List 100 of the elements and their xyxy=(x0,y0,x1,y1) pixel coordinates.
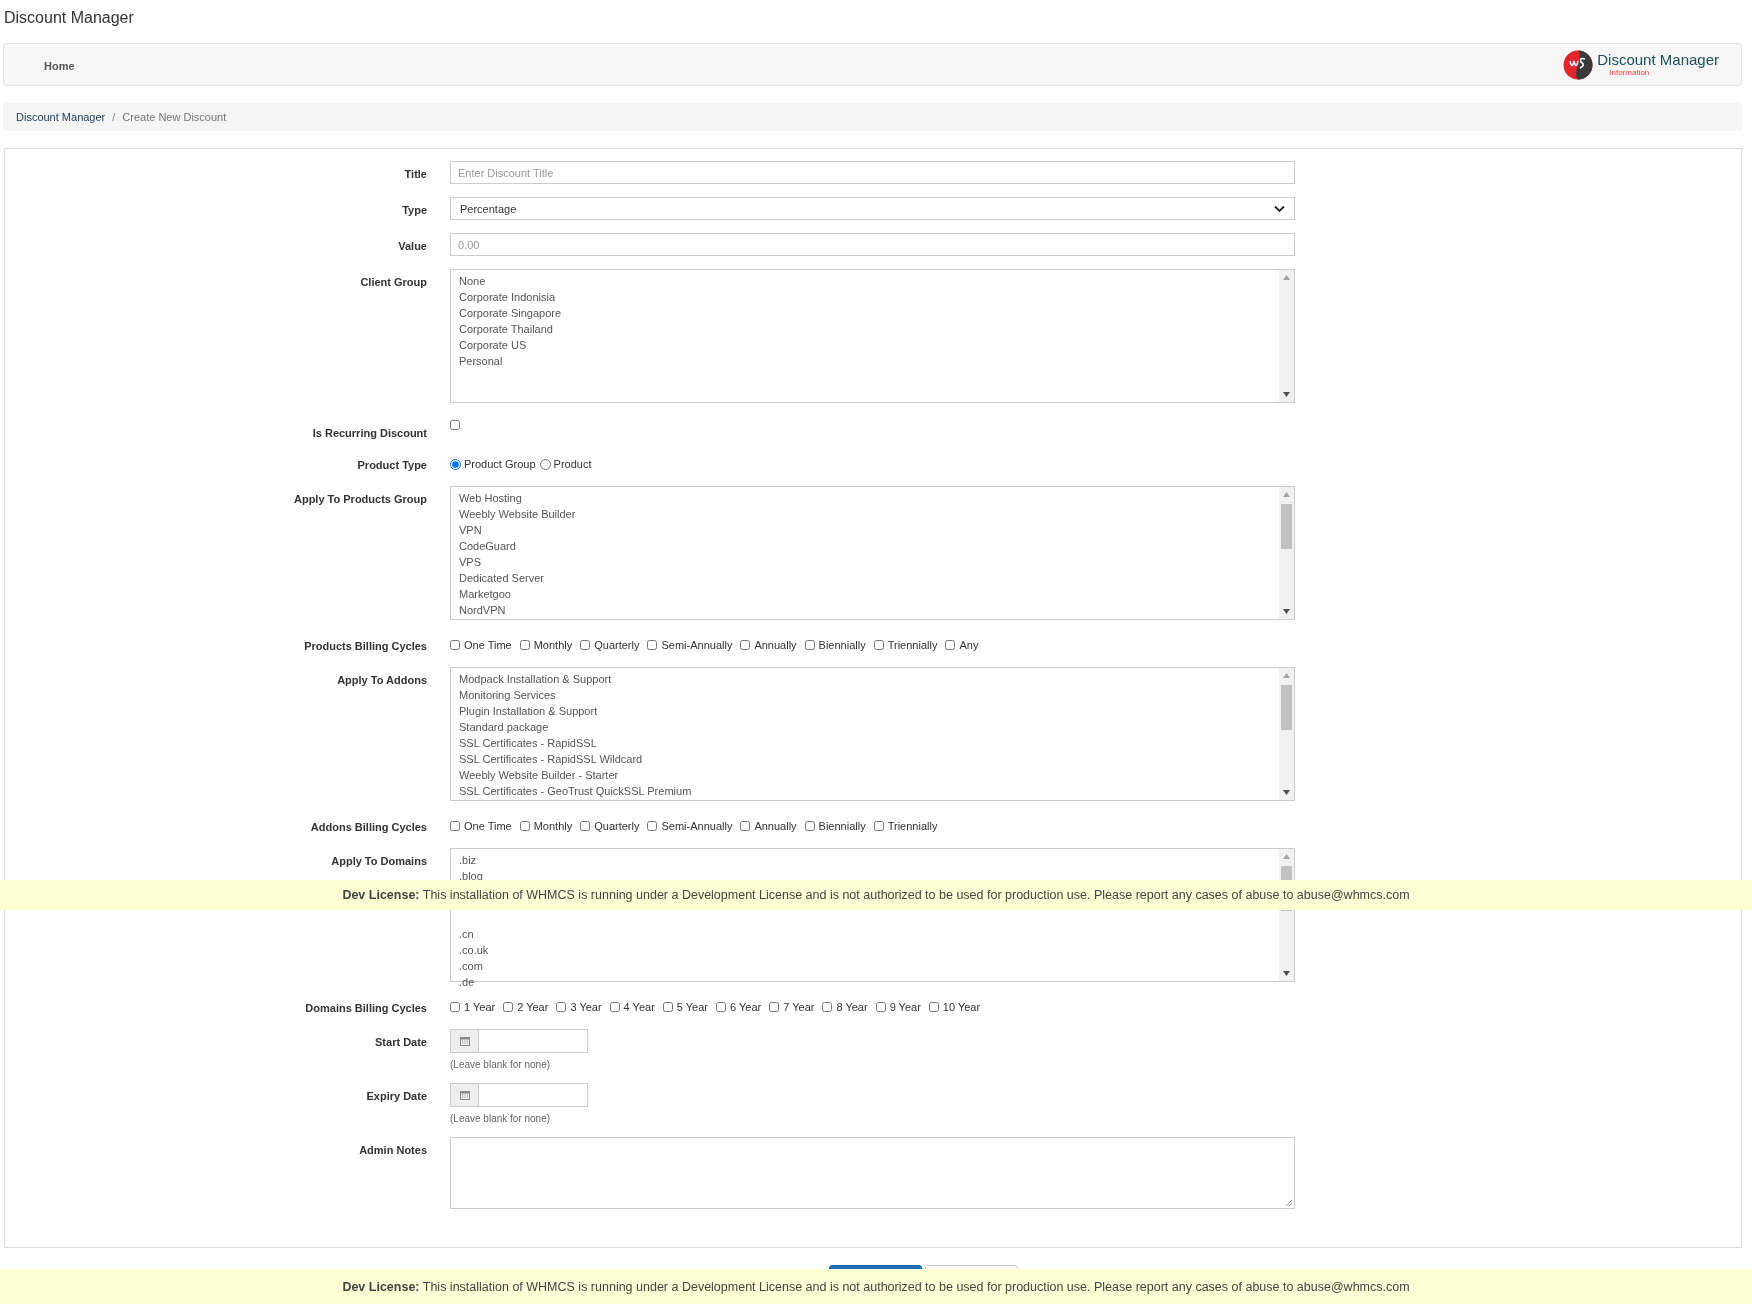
checkbox[interactable] xyxy=(647,640,658,650)
checkbox[interactable] xyxy=(740,821,751,831)
option-label[interactable]: Triennially xyxy=(887,820,938,832)
checkbox[interactable] xyxy=(450,1002,460,1012)
option-label[interactable]: Annually xyxy=(754,639,797,651)
option-label[interactable]: 5 Year xyxy=(676,1001,708,1013)
calendar-icon[interactable] xyxy=(459,1090,470,1100)
list-option[interactable]: SSL Certificates - RapidSSL xyxy=(459,735,597,751)
checkbox[interactable] xyxy=(450,821,460,831)
option-label[interactable]: 7 Year xyxy=(783,1001,815,1013)
option-label[interactable]: One Time xyxy=(464,639,512,651)
scrollbar[interactable] xyxy=(1279,668,1294,800)
checkbox[interactable] xyxy=(804,640,815,650)
list-option[interactable]: .co.uk xyxy=(459,942,489,958)
list-option[interactable]: .cn xyxy=(459,926,474,942)
option-label[interactable]: 9 Year xyxy=(889,1001,921,1013)
option-label[interactable]: Annually xyxy=(754,820,797,832)
list-option[interactable]: Personal xyxy=(459,353,503,369)
list-option[interactable]: Monitoring Services xyxy=(459,687,556,703)
list-option[interactable]: SSL Certificates - RapidSSL Wildcard xyxy=(459,751,643,767)
option-label[interactable]: 1 Year xyxy=(464,1001,496,1013)
option-label[interactable]: Monthly xyxy=(533,639,573,651)
checkbox[interactable] xyxy=(503,1002,514,1012)
list-option[interactable]: SSL Certificates - GeoTrust QuickSSL Premium xyxy=(459,783,692,799)
option-label[interactable]: 8 Year xyxy=(836,1001,868,1013)
checkbox[interactable] xyxy=(647,821,658,831)
checkbox[interactable] xyxy=(945,640,956,650)
list-option[interactable]: Corporate Singapore xyxy=(459,305,562,321)
option-label[interactable]: Monthly xyxy=(533,820,573,832)
list-option[interactable]: Marketgoo xyxy=(459,586,511,602)
option-label[interactable]: Quarterly xyxy=(594,820,640,832)
checkbox[interactable] xyxy=(580,821,591,831)
checkbox[interactable] xyxy=(928,1002,939,1012)
checkbox[interactable] xyxy=(740,640,751,650)
multi-select-list[interactable]: None Corporate Indonisia Corporate Singapore Corporate Thailand Corporate US Personal xyxy=(450,269,1295,403)
list-option[interactable]: .com xyxy=(459,958,483,974)
option-label[interactable]: Semi-Annually xyxy=(661,639,733,651)
checkbox[interactable] xyxy=(873,640,884,650)
nav-item[interactable]: Home xyxy=(36,53,83,78)
list-option[interactable]: Standard package xyxy=(459,719,549,735)
checkbox[interactable] xyxy=(873,821,884,831)
scroll-down-icon[interactable] xyxy=(1283,971,1290,976)
scroll-down-icon[interactable] xyxy=(1283,392,1290,397)
caret-icon[interactable] xyxy=(1274,204,1285,213)
checkbox[interactable] xyxy=(556,1002,567,1012)
list-option[interactable]: Weebly Website Builder - Starter xyxy=(459,767,619,783)
list-option[interactable]: Corporate Indonisia xyxy=(459,289,555,305)
option-label[interactable]: Biennially xyxy=(818,639,866,651)
multi-select-list[interactable]: Web Hosting Weebly Website Builder VPN CodeGuard VPS Dedicated Server Marketgoo NordVPN xyxy=(450,486,1295,620)
list-option[interactable]: NordVPN xyxy=(459,602,506,618)
checkbox[interactable] xyxy=(716,1002,726,1012)
option-label[interactable]: Product Group xyxy=(464,458,536,470)
checkbox[interactable] xyxy=(662,1002,673,1012)
checkbox[interactable] xyxy=(519,821,530,831)
option-label[interactable]: One Time xyxy=(464,820,512,832)
list-option[interactable]: Web Hosting xyxy=(459,490,522,506)
option-label[interactable]: Triennially xyxy=(887,639,938,651)
date-field[interactable] xyxy=(479,1029,588,1053)
list-option[interactable]: Modpack Installation & Support xyxy=(459,671,612,687)
breadcrumb-item[interactable]: Discount Manager xyxy=(16,111,106,123)
text-field[interactable]: 0.00 xyxy=(450,233,1295,256)
checkbox[interactable] xyxy=(580,640,591,650)
checkbox[interactable] xyxy=(875,1002,886,1012)
date-field[interactable] xyxy=(479,1083,588,1107)
scroll-down-icon[interactable] xyxy=(1283,609,1290,614)
list-option[interactable]: Weebly Website Builder xyxy=(459,506,576,522)
option-label[interactable]: 3 Year xyxy=(570,1001,602,1013)
list-option[interactable]: VPS xyxy=(459,554,481,570)
option-label[interactable]: 4 Year xyxy=(623,1001,655,1013)
calendar-icon[interactable] xyxy=(459,1036,470,1046)
radio-button[interactable] xyxy=(539,458,551,470)
checkbox[interactable] xyxy=(519,640,530,650)
checkbox[interactable] xyxy=(450,420,460,430)
option-label[interactable]: Product xyxy=(553,458,592,470)
radio-button[interactable] xyxy=(450,458,461,470)
scrollbar[interactable] xyxy=(1279,270,1294,402)
list-option[interactable]: Corporate Thailand xyxy=(459,321,553,337)
option-label[interactable]: Biennially xyxy=(818,820,866,832)
option-label[interactable]: Quarterly xyxy=(594,639,640,651)
scrollbar[interactable] xyxy=(1279,487,1294,619)
checkbox[interactable] xyxy=(769,1002,780,1012)
list-option[interactable]: CodeGuard xyxy=(459,538,516,554)
option-label[interactable]: 6 Year xyxy=(730,1001,762,1013)
list-option[interactable]: VPN xyxy=(459,522,482,538)
checkbox[interactable] xyxy=(450,640,460,650)
multi-select-list[interactable] xyxy=(450,667,1295,801)
list-option[interactable]: Plugin Installation & Support xyxy=(459,703,598,719)
option-label[interactable]: Any xyxy=(959,639,979,651)
list-option[interactable]: None xyxy=(459,273,486,289)
checkbox[interactable] xyxy=(804,821,815,831)
list-option[interactable]: Dedicated Server xyxy=(459,570,544,586)
checkbox[interactable] xyxy=(609,1002,620,1012)
checkbox[interactable] xyxy=(822,1002,833,1012)
option-label[interactable]: Semi-Annually xyxy=(661,820,733,832)
type-dropdown[interactable]: Percentage xyxy=(450,197,1295,220)
option-label[interactable]: 2 Year xyxy=(517,1001,549,1013)
text-field[interactable]: Enter Discount Title xyxy=(450,161,1295,184)
list-option[interactable]: Corporate US xyxy=(459,337,527,353)
list-option[interactable]: .biz xyxy=(459,852,477,868)
scroll-down-icon[interactable] xyxy=(1283,790,1290,795)
